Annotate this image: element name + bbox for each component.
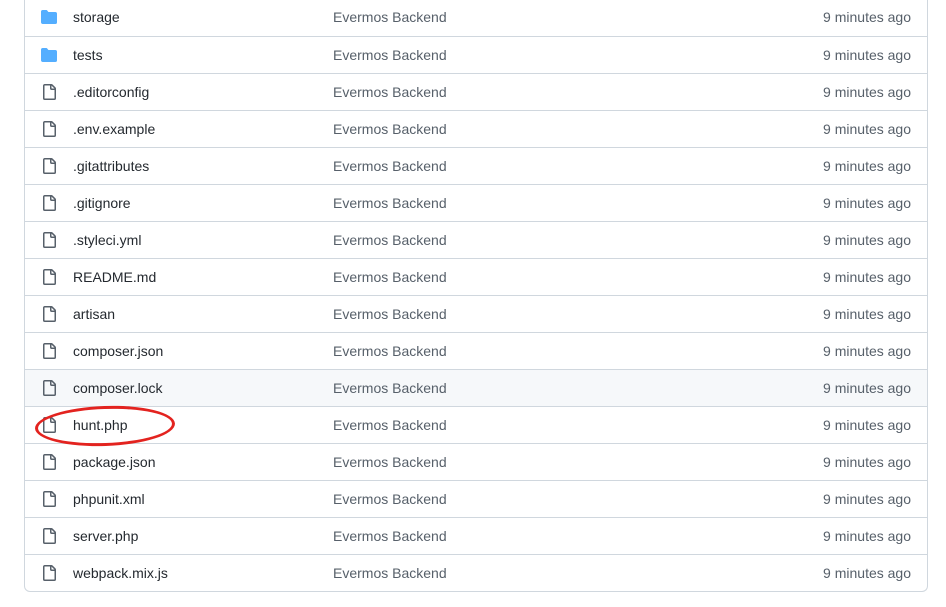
commit-age: 9 minutes ago — [823, 528, 911, 544]
commit-message-link[interactable]: Evermos Backend — [333, 491, 447, 507]
file-icon — [41, 528, 57, 544]
file-name-link[interactable]: hunt.php — [73, 417, 128, 433]
commit-age: 9 minutes ago — [823, 195, 911, 211]
commit-age: 9 minutes ago — [823, 158, 911, 174]
file-icon — [41, 565, 57, 581]
commit-message-link[interactable]: Evermos Backend — [333, 158, 447, 174]
file-name-link[interactable]: .editorconfig — [73, 84, 149, 100]
commit-message-link[interactable]: Evermos Backend — [333, 565, 447, 581]
table-row[interactable]: package.json Evermos Backend 9 minutes a… — [25, 443, 927, 480]
file-name-link[interactable]: package.json — [73, 454, 156, 470]
commit-age: 9 minutes ago — [823, 343, 911, 359]
commit-age: 9 minutes ago — [823, 417, 911, 433]
table-row[interactable]: .gitattributes Evermos Backend 9 minutes… — [25, 147, 927, 184]
commit-message-link[interactable]: Evermos Backend — [333, 9, 447, 25]
commit-message-link[interactable]: Evermos Backend — [333, 269, 447, 285]
table-row[interactable]: artisan Evermos Backend 9 minutes ago — [25, 295, 927, 332]
file-icon — [41, 491, 57, 507]
commit-age: 9 minutes ago — [823, 565, 911, 581]
table-row[interactable]: composer.lock Evermos Backend 9 minutes … — [25, 369, 927, 406]
folder-icon — [41, 47, 57, 63]
commit-age: 9 minutes ago — [823, 306, 911, 322]
file-icon — [41, 306, 57, 322]
table-row[interactable]: .styleci.yml Evermos Backend 9 minutes a… — [25, 221, 927, 258]
table-row[interactable]: .gitignore Evermos Backend 9 minutes ago — [25, 184, 927, 221]
commit-message-link[interactable]: Evermos Backend — [333, 343, 447, 359]
file-icon — [41, 417, 57, 433]
file-name-link[interactable]: composer.json — [73, 343, 163, 359]
file-name-link[interactable]: storage — [73, 9, 120, 25]
file-icon — [41, 121, 57, 137]
file-name-link[interactable]: .env.example — [73, 121, 155, 137]
table-row[interactable]: tests Evermos Backend 9 minutes ago — [25, 36, 927, 73]
file-icon — [41, 454, 57, 470]
commit-message-link[interactable]: Evermos Backend — [333, 121, 447, 137]
file-name-link[interactable]: README.md — [73, 269, 156, 285]
file-icon — [41, 158, 57, 174]
commit-message-link[interactable]: Evermos Backend — [333, 84, 447, 100]
commit-age: 9 minutes ago — [823, 121, 911, 137]
table-row[interactable]: phpunit.xml Evermos Backend 9 minutes ag… — [25, 480, 927, 517]
commit-message-link[interactable]: Evermos Backend — [333, 380, 447, 396]
table-row[interactable]: .env.example Evermos Backend 9 minutes a… — [25, 110, 927, 147]
file-icon — [41, 84, 57, 100]
commit-age: 9 minutes ago — [823, 84, 911, 100]
table-row[interactable]: storage Evermos Backend 9 minutes ago — [25, 0, 927, 36]
commit-message-link[interactable]: Evermos Backend — [333, 454, 447, 470]
file-name-link[interactable]: composer.lock — [73, 380, 162, 396]
commit-message-link[interactable]: Evermos Backend — [333, 528, 447, 544]
file-name-link[interactable]: webpack.mix.js — [73, 565, 168, 581]
commit-age: 9 minutes ago — [823, 380, 911, 396]
commit-age: 9 minutes ago — [823, 232, 911, 248]
table-row[interactable]: README.md Evermos Backend 9 minutes ago — [25, 258, 927, 295]
file-name-link[interactable]: .gitattributes — [73, 158, 149, 174]
table-row[interactable]: server.php Evermos Backend 9 minutes ago — [25, 517, 927, 554]
file-icon — [41, 269, 57, 285]
commit-message-link[interactable]: Evermos Backend — [333, 306, 447, 322]
folder-icon — [41, 9, 57, 25]
commit-message-link[interactable]: Evermos Backend — [333, 195, 447, 211]
table-row[interactable]: .editorconfig Evermos Backend 9 minutes … — [25, 73, 927, 110]
file-icon — [41, 195, 57, 211]
file-name-link[interactable]: server.php — [73, 528, 138, 544]
file-name-link[interactable]: .gitignore — [73, 195, 131, 211]
file-list: storage Evermos Backend 9 minutes ago te… — [24, 0, 928, 592]
file-name-link[interactable]: phpunit.xml — [73, 491, 145, 507]
commit-message-link[interactable]: Evermos Backend — [333, 47, 447, 63]
file-name-link[interactable]: .styleci.yml — [73, 232, 141, 248]
commit-age: 9 minutes ago — [823, 491, 911, 507]
table-row[interactable]: hunt.php Evermos Backend 9 minutes ago — [25, 406, 927, 443]
commit-age: 9 minutes ago — [823, 9, 911, 25]
file-icon — [41, 343, 57, 359]
file-icon — [41, 380, 57, 396]
table-row[interactable]: webpack.mix.js Evermos Backend 9 minutes… — [25, 554, 927, 591]
commit-age: 9 minutes ago — [823, 454, 911, 470]
commit-age: 9 minutes ago — [823, 47, 911, 63]
file-icon — [41, 232, 57, 248]
commit-message-link[interactable]: Evermos Backend — [333, 417, 447, 433]
file-name-link[interactable]: artisan — [73, 306, 115, 322]
file-name-link[interactable]: tests — [73, 47, 103, 63]
commit-message-link[interactable]: Evermos Backend — [333, 232, 447, 248]
commit-age: 9 minutes ago — [823, 269, 911, 285]
table-row[interactable]: composer.json Evermos Backend 9 minutes … — [25, 332, 927, 369]
